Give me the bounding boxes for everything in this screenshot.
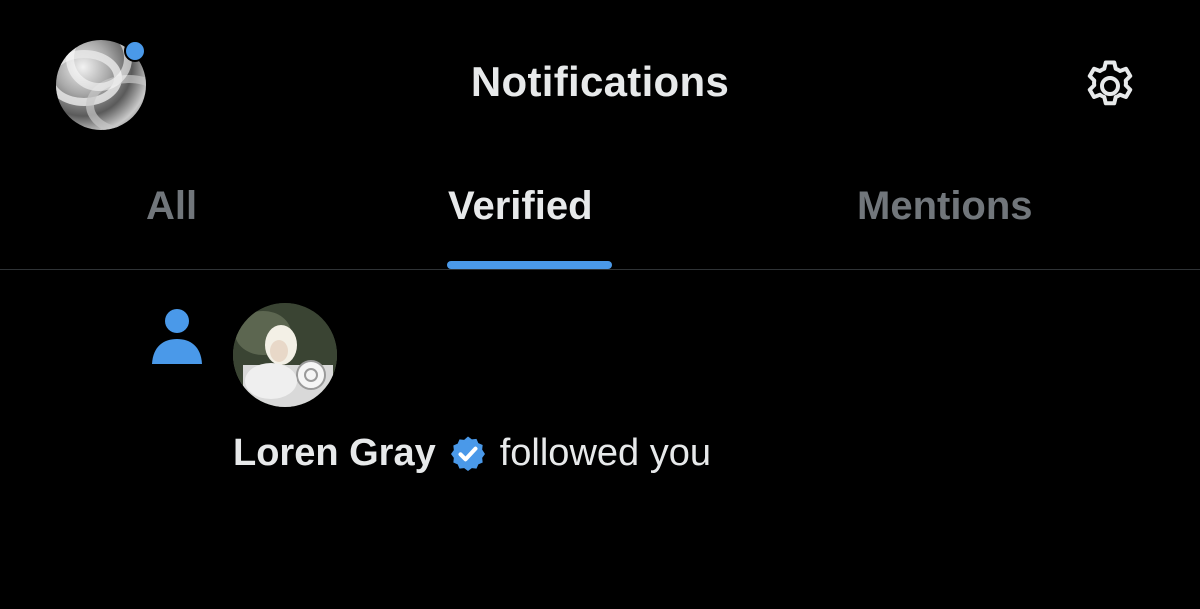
user-avatar[interactable] (233, 303, 337, 407)
settings-button[interactable] (1080, 56, 1140, 116)
tab-verified[interactable]: Verified (448, 184, 593, 229)
tab-bar: All Verified Mentions (0, 170, 1200, 270)
notification-item[interactable]: Loren Gray followed you (0, 270, 1200, 609)
notification-text: Loren Gray followed you (233, 432, 711, 475)
tab-mentions[interactable]: Mentions (857, 184, 1033, 229)
header: Notifications (0, 0, 1200, 170)
active-tab-indicator (447, 261, 612, 269)
page-title: Notifications (470, 58, 730, 105)
notifications-screen: Notifications All Verified Mentions Lore… (0, 0, 1200, 609)
avatar-photo (233, 303, 337, 407)
notification-action: followed you (499, 432, 711, 474)
verified-badge-icon (450, 436, 485, 471)
person-icon (152, 309, 202, 364)
user-name[interactable]: Loren Gray (233, 432, 436, 475)
tab-all[interactable]: All (146, 184, 197, 229)
gear-icon (1087, 60, 1133, 106)
